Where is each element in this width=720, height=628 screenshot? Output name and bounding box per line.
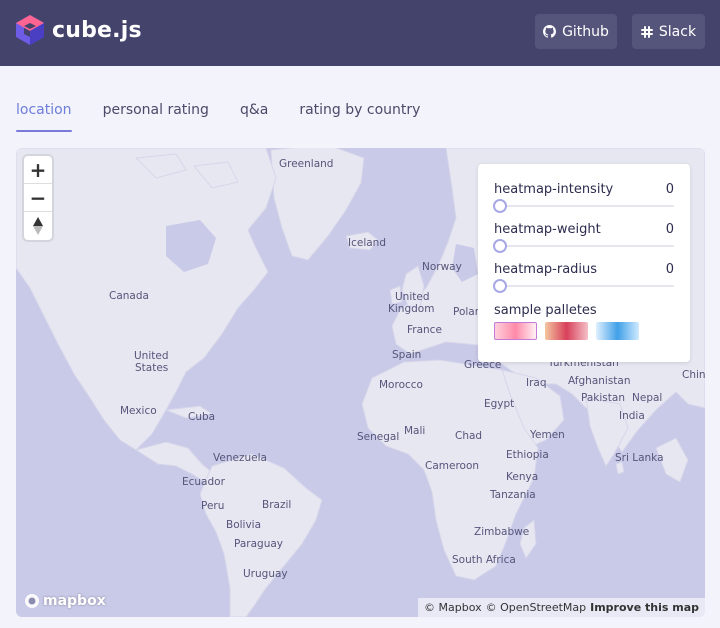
intensity-value: 0 xyxy=(665,182,674,197)
map-label-brazil: Brazil xyxy=(262,499,292,511)
weight-slider-handle[interactable] xyxy=(493,239,507,253)
zoom-in-button[interactable]: + xyxy=(24,156,52,184)
radius-slider-handle[interactable] xyxy=(493,279,507,293)
tab-location[interactable]: location xyxy=(16,102,72,132)
map-label-south-africa: South Africa xyxy=(452,554,516,566)
intensity-slider[interactable] xyxy=(493,199,674,213)
map-label-cameroon: Cameroon xyxy=(425,460,480,472)
weight-label: heatmap-weight xyxy=(494,222,601,237)
map-label-paraguay: Paraguay xyxy=(234,538,284,550)
attribution-osm-link[interactable]: © OpenStreetMap xyxy=(486,601,587,614)
map-label-india: India xyxy=(619,410,645,422)
compass-icon xyxy=(33,217,43,235)
weight-value: 0 xyxy=(665,222,674,237)
weight-slider[interactable] xyxy=(493,239,674,253)
slack-label: Slack xyxy=(658,23,697,40)
map-label-venezuela: Venezuela xyxy=(213,452,267,464)
palettes-title: sample palletes xyxy=(494,303,597,318)
radius-slider[interactable] xyxy=(493,279,674,293)
map-label-china: China xyxy=(682,369,705,381)
palette-pink[interactable] xyxy=(494,322,537,340)
radius-control: heatmap-radius 0 xyxy=(493,262,674,293)
map-label-uruguay: Uruguay xyxy=(243,568,288,580)
github-icon xyxy=(543,25,557,38)
map-label-nepal: Nepal xyxy=(632,392,663,404)
map-label-spain: Spain xyxy=(392,349,422,361)
map-zoom-controls: + − xyxy=(24,156,52,240)
map-label-senegal: Senegal xyxy=(357,431,400,443)
slack-button[interactable]: Slack xyxy=(632,14,705,49)
zoom-out-button[interactable]: − xyxy=(24,184,52,212)
improve-map-link[interactable]: Improve this map xyxy=(590,601,699,614)
map-label-egypt: Egypt xyxy=(484,398,515,410)
map-label-mali: Mali xyxy=(404,425,426,437)
map-label-ecuador: Ecuador xyxy=(182,476,225,488)
tab-rating-by-country[interactable]: rating by country xyxy=(299,102,420,132)
map-label-afghanistan: Afghanistan xyxy=(568,375,631,387)
cube-logo-icon xyxy=(16,15,44,45)
map-label-iceland: Iceland xyxy=(348,237,387,249)
map-label-norway: Norway xyxy=(422,261,462,273)
map-label-peru: Peru xyxy=(201,500,225,512)
tab-personal-rating[interactable]: personal rating xyxy=(103,102,209,132)
map-label-kenya: Kenya xyxy=(506,471,539,483)
map-label-canada: Canada xyxy=(109,290,149,302)
map-label-greenland: Greenland xyxy=(279,158,334,170)
logo[interactable]: cube.js xyxy=(15,14,142,46)
mapbox-logo[interactable]: mapbox xyxy=(24,593,106,609)
map-attribution: © Mapbox © OpenStreetMap Improve this ma… xyxy=(418,598,705,617)
palette-red[interactable] xyxy=(545,322,588,340)
map-label-united-states-1: United xyxy=(134,350,169,362)
map-label-united-kingdom-2: Kingdom xyxy=(388,303,435,315)
map-label-chad: Chad xyxy=(455,430,483,442)
map-label-zimbabwe: Zimbabwe xyxy=(474,526,530,538)
github-label: Github xyxy=(562,23,609,40)
map-label-mexico: Mexico xyxy=(120,405,157,417)
intensity-slider-handle[interactable] xyxy=(493,199,507,213)
mapbox-logo-text: mapbox xyxy=(43,593,106,609)
weight-control: heatmap-weight 0 xyxy=(493,222,674,253)
intensity-label: heatmap-intensity xyxy=(494,182,614,197)
compass-button[interactable] xyxy=(24,212,52,240)
heatmap-controls-panel: heatmap-intensity 0 heatmap-weight 0 hea… xyxy=(478,164,690,362)
map-label-pakistan: Pakistan xyxy=(581,392,625,404)
slack-icon xyxy=(640,25,653,38)
map-label-united-states-2: States xyxy=(135,362,169,374)
map-label-france: France xyxy=(407,324,442,336)
map-label-sri-lanka: Sri Lanka xyxy=(615,452,664,464)
logo-text: cube.js xyxy=(52,17,142,43)
palette-blue[interactable] xyxy=(596,322,639,340)
map-label-united-kingdom-1: United xyxy=(395,291,430,303)
radius-label: heatmap-radius xyxy=(494,262,598,277)
tab-bar: location personal rating q&a rating by c… xyxy=(16,102,451,132)
map-label-tanzania: Tanzania xyxy=(490,489,536,501)
radius-value: 0 xyxy=(665,262,674,277)
attribution-mapbox-link[interactable]: © Mapbox xyxy=(424,601,482,614)
intensity-control: heatmap-intensity 0 xyxy=(493,182,674,213)
map-label-morocco: Morocco xyxy=(379,379,423,391)
map-label-bolivia: Bolivia xyxy=(226,519,262,531)
map-label-ethiopia: Ethiopia xyxy=(506,449,549,461)
map-label-iraq: Iraq xyxy=(526,377,547,389)
mapbox-logo-icon xyxy=(25,594,39,608)
tab-qa[interactable]: q&a xyxy=(240,102,268,132)
map-label-cuba: Cuba xyxy=(188,411,216,423)
app-header: cube.js Github Slack xyxy=(0,0,720,66)
world-map[interactable]: Greenland Iceland Norway Canada United K… xyxy=(16,148,705,617)
map-label-yemen: Yemen xyxy=(530,429,565,441)
github-button[interactable]: Github xyxy=(535,14,617,49)
